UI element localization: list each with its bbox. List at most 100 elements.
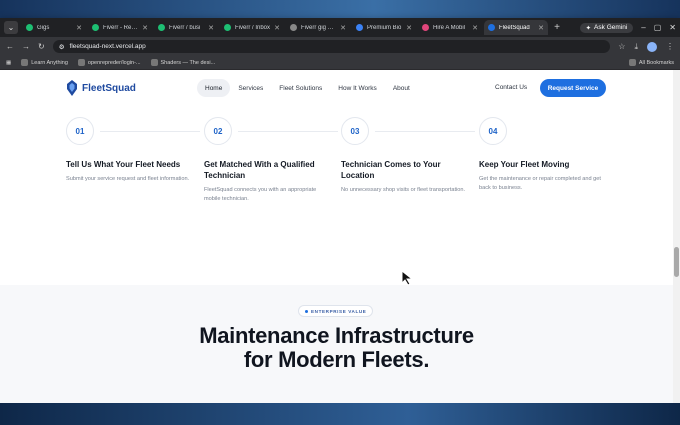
- tab-close-icon[interactable]: ✕: [274, 24, 280, 32]
- desktop-wallpaper-top: [0, 0, 680, 18]
- step-connector: [238, 131, 338, 132]
- step-description: No unnecessary shop visits or fleet tran…: [341, 187, 466, 193]
- tab-title: FleetSquad: [499, 24, 530, 31]
- brand-name: FleetSquad: [82, 82, 136, 94]
- tab-close-icon[interactable]: ✕: [142, 24, 148, 32]
- browser-tab[interactable]: Fiverr / Inbox ✕: [220, 20, 284, 35]
- step-description: FleetSquad connects you with an appropri…: [204, 187, 317, 202]
- section-headline: Maintenance Infrastructure for Modern Fl…: [110, 324, 563, 372]
- step-title: Tell Us What Your Fleet Needs: [66, 160, 181, 169]
- bookmark-favicon-icon: [21, 59, 29, 66]
- tab-favicon-icon: [26, 24, 33, 31]
- tab-favicon-icon: [158, 24, 165, 31]
- step-number: 02: [204, 117, 232, 145]
- site-header: FleetSquad Home Services Fleet Solutions Ho…: [0, 70, 673, 108]
- bookmark-favicon-icon: [150, 59, 158, 66]
- site-info-icon[interactable]: ⚙: [59, 43, 65, 51]
- step-number: 01: [66, 117, 94, 145]
- bookmark-label: Shaders — The desi...: [160, 59, 216, 66]
- desktop-wallpaper-bottom: [0, 403, 680, 425]
- web-page: FleetSquad Home Services Fleet Solutions Ho…: [0, 70, 680, 403]
- step-connector: [375, 131, 475, 132]
- ask-gemini-button[interactable]: ✦ Ask Gemini: [579, 22, 634, 33]
- bookmark-list: Learn Anything openrepreder/login-... Shad…: [21, 59, 215, 66]
- contact-link[interactable]: Contact Us: [495, 84, 527, 91]
- tab-close-icon[interactable]: ✕: [208, 24, 214, 32]
- url-text: fleetsquad-next.vercel.app: [69, 43, 146, 50]
- apps-icon[interactable]: ▦: [6, 60, 11, 66]
- nav-link-fleet-solutions[interactable]: Fleet Solutions: [271, 79, 330, 97]
- request-service-button[interactable]: Request Service: [540, 79, 606, 97]
- step-title: Get Matched With a Qualified Technician: [204, 160, 315, 180]
- bookmark-label: openrepreder/login-...: [87, 59, 141, 66]
- step-card: 04 Keep Your Fleet Moving Get the maintena…: [479, 117, 607, 192]
- step-description: Get the maintenance or repair completed …: [479, 176, 601, 191]
- step-title: Technician Comes to Your Location: [341, 160, 441, 180]
- tab-close-icon[interactable]: ✕: [76, 24, 82, 32]
- tab-favicon-icon: [224, 24, 231, 31]
- back-icon[interactable]: ←: [6, 42, 14, 51]
- profile-avatar[interactable]: [647, 41, 657, 52]
- tab-list: Gigs ✕ Fiverr - Remo ✕ Fiverr / busi ✕ Fiverr …: [22, 20, 548, 35]
- tab-close-icon[interactable]: ✕: [340, 24, 346, 32]
- browser-tab[interactable]: Hire A Mobil ✕: [418, 20, 482, 35]
- nav-link-about[interactable]: About: [385, 79, 418, 97]
- step-description: Submit your service request and fleet in…: [66, 176, 190, 182]
- tab-search-icon[interactable]: ⌄: [4, 21, 18, 34]
- minimize-icon[interactable]: –: [641, 23, 645, 32]
- browser-tab[interactable]: Fiverr / busi ✕: [154, 20, 218, 35]
- tab-title: Fiverr / busi: [169, 24, 201, 31]
- download-icon[interactable]: ⤓: [634, 42, 638, 52]
- bookmark-item[interactable]: Shaders — The desi...: [150, 59, 216, 66]
- main-nav: Home Services Fleet Solutions How It Works A…: [197, 79, 418, 97]
- badge-label: ENTERPRISE VALUE: [311, 308, 367, 314]
- enterprise-value-badge: ENTERPRISE VALUE: [298, 305, 374, 317]
- fleet-logo-icon: [67, 80, 77, 96]
- bookmark-label: Learn Anything: [31, 59, 68, 66]
- tab-close-icon[interactable]: ✕: [538, 24, 544, 32]
- browser-tab[interactable]: Fiverr - Remo ✕: [88, 20, 152, 35]
- browser-tab[interactable]: Fiverr gig pro ✕: [286, 20, 350, 35]
- all-bookmarks[interactable]: All Bookmarks: [628, 59, 674, 66]
- step-card: 03 Technician Comes to Your Location No un…: [341, 117, 475, 195]
- tab-favicon-icon: [356, 24, 363, 31]
- page-scrollbar[interactable]: [673, 70, 680, 403]
- tab-title: Fiverr - Remo: [103, 24, 139, 31]
- step-title: Keep Your Fleet Moving: [479, 160, 570, 169]
- bookmark-item[interactable]: openrepreder/login-...: [77, 59, 141, 66]
- tab-close-icon[interactable]: ✕: [472, 24, 478, 32]
- tab-favicon-icon: [92, 24, 99, 31]
- ask-gemini-label: Ask Gemini: [594, 24, 628, 31]
- browser-window: ⌄ Gigs ✕ Fiverr - Remo ✕ Fiverr / busi ✕ Fiver…: [0, 18, 680, 403]
- tab-close-icon[interactable]: ✕: [406, 24, 412, 32]
- tab-title: Premium Bio: [367, 24, 402, 31]
- bookmark-item[interactable]: Learn Anything: [21, 59, 68, 66]
- reload-icon[interactable]: ↻: [38, 42, 45, 51]
- step-number: 03: [341, 117, 369, 145]
- nav-link-how-it-works[interactable]: How It Works: [330, 79, 385, 97]
- tab-favicon-icon: [290, 24, 297, 31]
- tab-title: Hire A Mobil: [433, 24, 466, 31]
- address-bar[interactable]: ⚙ fleetsquad-next.vercel.app: [52, 40, 611, 53]
- step-number: 04: [479, 117, 507, 145]
- scrollbar-thumb[interactable]: [674, 247, 679, 277]
- browser-tab[interactable]: FleetSquad ✕: [484, 20, 548, 35]
- browser-tab[interactable]: Premium Bio ✕: [352, 20, 416, 35]
- tab-title: Fiverr gig pro: [301, 24, 337, 31]
- nav-link-services[interactable]: Services: [230, 79, 271, 97]
- menu-icon[interactable]: ⋮: [666, 42, 674, 51]
- tab-title: Gigs: [37, 24, 50, 31]
- all-bookmarks-label: All Bookmarks: [638, 59, 674, 66]
- step-card: 01 Tell Us What Your Fleet Needs Submit yo…: [66, 117, 200, 184]
- close-window-icon[interactable]: ✕: [669, 23, 676, 32]
- gemini-icon: ✦: [585, 24, 592, 32]
- nav-link-home[interactable]: Home: [197, 79, 231, 97]
- browser-toolbar: ← → ↻ ⚙ fleetsquad-next.vercel.app ☆ ⤓ ⋮: [0, 37, 680, 56]
- forward-icon[interactable]: →: [22, 42, 30, 51]
- new-tab-icon[interactable]: +: [550, 22, 564, 33]
- browser-tab[interactable]: Gigs ✕: [22, 20, 86, 35]
- step-connector: [100, 131, 200, 132]
- maximize-icon[interactable]: ▢: [654, 23, 662, 32]
- bookmark-star-icon[interactable]: ☆: [618, 42, 625, 51]
- brand-logo[interactable]: FleetSquad: [66, 80, 136, 96]
